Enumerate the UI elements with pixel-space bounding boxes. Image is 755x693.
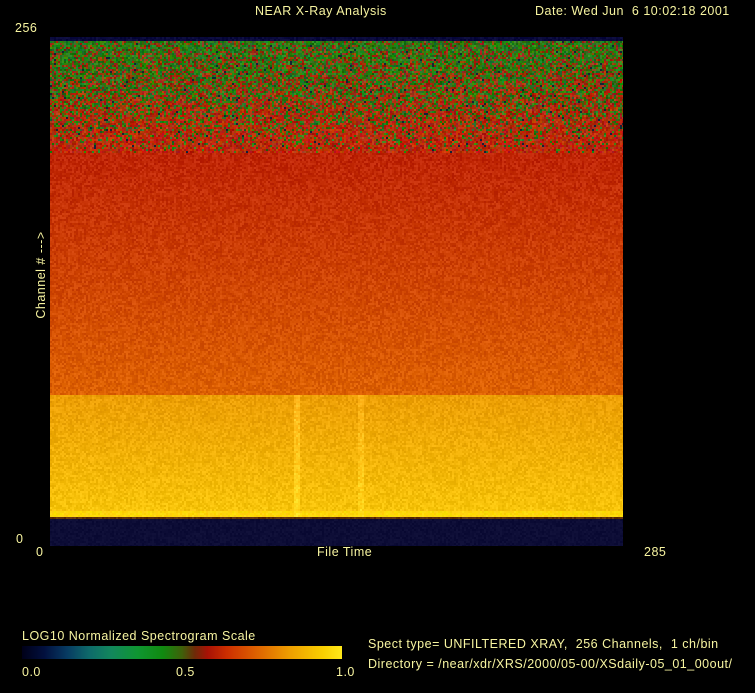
page-title: NEAR X-Ray Analysis xyxy=(255,4,387,18)
y-axis-max-tick: 256 xyxy=(15,21,38,35)
x-axis-min-tick: 0 xyxy=(36,545,44,559)
colorbar-gradient xyxy=(22,646,342,659)
colorbar-tick-max: 1.0 xyxy=(336,665,355,679)
x-axis-label: File Time xyxy=(317,545,373,559)
spect-type-info: Spect type= UNFILTERED XRAY, 256 Channel… xyxy=(368,637,719,651)
x-axis-max-tick: 285 xyxy=(644,545,667,559)
y-axis-label: Channel # ---> xyxy=(34,231,48,319)
colorbar-tick-min: 0.0 xyxy=(22,665,41,679)
near-xray-analysis-window: NEAR X-Ray Analysis Date: Wed Jun 6 10:0… xyxy=(0,0,755,693)
spectrogram-canvas xyxy=(50,37,623,546)
colorbar-title: LOG10 Normalized Spectrogram Scale xyxy=(22,629,256,643)
y-axis-min-tick: 0 xyxy=(16,532,24,546)
directory-info: Directory = /near/xdr/XRS/2000/05-00/XSd… xyxy=(368,657,733,671)
colorbar-tick-mid: 0.5 xyxy=(176,665,195,679)
date-stamp: Date: Wed Jun 6 10:02:18 2001 xyxy=(535,4,730,18)
